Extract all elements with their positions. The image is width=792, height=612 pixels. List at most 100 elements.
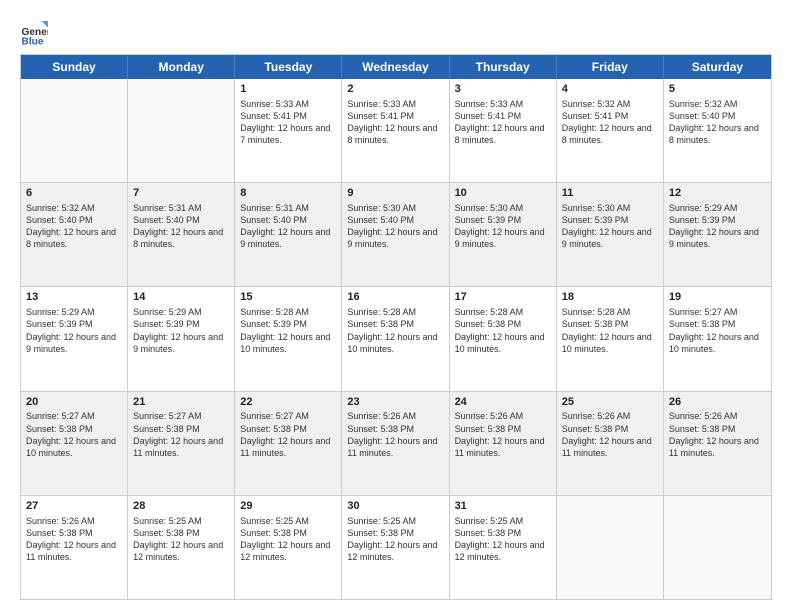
cal-cell-r0-c6: 5Sunrise: 5:32 AM Sunset: 5:40 PM Daylig… (664, 79, 771, 182)
day-info: Sunrise: 5:32 AM Sunset: 5:41 PM Dayligh… (562, 98, 658, 147)
day-number: 12 (669, 186, 766, 201)
day-info: Sunrise: 5:25 AM Sunset: 5:38 PM Dayligh… (133, 515, 229, 564)
day-number: 10 (455, 186, 551, 201)
day-info: Sunrise: 5:27 AM Sunset: 5:38 PM Dayligh… (133, 410, 229, 459)
cal-cell-r3-c6: 26Sunrise: 5:26 AM Sunset: 5:38 PM Dayli… (664, 392, 771, 495)
day-info: Sunrise: 5:29 AM Sunset: 5:39 PM Dayligh… (669, 202, 766, 251)
calendar-row-1: 1Sunrise: 5:33 AM Sunset: 5:41 PM Daylig… (21, 79, 771, 182)
day-number: 20 (26, 395, 122, 410)
day-number: 29 (240, 499, 336, 514)
day-number: 18 (562, 290, 658, 305)
cal-cell-r4-c1: 28Sunrise: 5:25 AM Sunset: 5:38 PM Dayli… (128, 496, 235, 599)
day-info: Sunrise: 5:32 AM Sunset: 5:40 PM Dayligh… (26, 202, 122, 251)
cal-cell-r0-c2: 1Sunrise: 5:33 AM Sunset: 5:41 PM Daylig… (235, 79, 342, 182)
cal-cell-r0-c0 (21, 79, 128, 182)
cal-cell-r2-c1: 14Sunrise: 5:29 AM Sunset: 5:39 PM Dayli… (128, 287, 235, 390)
day-info: Sunrise: 5:26 AM Sunset: 5:38 PM Dayligh… (347, 410, 443, 459)
day-number: 31 (455, 499, 551, 514)
cal-cell-r2-c3: 16Sunrise: 5:28 AM Sunset: 5:38 PM Dayli… (342, 287, 449, 390)
day-number: 24 (455, 395, 551, 410)
day-number: 26 (669, 395, 766, 410)
cal-cell-r1-c2: 8Sunrise: 5:31 AM Sunset: 5:40 PM Daylig… (235, 183, 342, 286)
day-info: Sunrise: 5:28 AM Sunset: 5:38 PM Dayligh… (347, 306, 443, 355)
calendar-row-4: 20Sunrise: 5:27 AM Sunset: 5:38 PM Dayli… (21, 391, 771, 495)
day-info: Sunrise: 5:25 AM Sunset: 5:38 PM Dayligh… (455, 515, 551, 564)
day-number: 6 (26, 186, 122, 201)
day-number: 1 (240, 82, 336, 97)
day-number: 11 (562, 186, 658, 201)
day-info: Sunrise: 5:33 AM Sunset: 5:41 PM Dayligh… (240, 98, 336, 147)
day-info: Sunrise: 5:27 AM Sunset: 5:38 PM Dayligh… (26, 410, 122, 459)
cal-cell-r3-c3: 23Sunrise: 5:26 AM Sunset: 5:38 PM Dayli… (342, 392, 449, 495)
day-info: Sunrise: 5:33 AM Sunset: 5:41 PM Dayligh… (347, 98, 443, 147)
day-number: 2 (347, 82, 443, 97)
day-number: 23 (347, 395, 443, 410)
day-number: 16 (347, 290, 443, 305)
cal-cell-r3-c2: 22Sunrise: 5:27 AM Sunset: 5:38 PM Dayli… (235, 392, 342, 495)
day-info: Sunrise: 5:25 AM Sunset: 5:38 PM Dayligh… (347, 515, 443, 564)
day-number: 30 (347, 499, 443, 514)
cal-cell-r2-c6: 19Sunrise: 5:27 AM Sunset: 5:38 PM Dayli… (664, 287, 771, 390)
day-number: 15 (240, 290, 336, 305)
day-info: Sunrise: 5:25 AM Sunset: 5:38 PM Dayligh… (240, 515, 336, 564)
day-number: 4 (562, 82, 658, 97)
logo: General Blue (20, 18, 50, 46)
col-monday: Monday (128, 55, 235, 79)
day-number: 17 (455, 290, 551, 305)
day-number: 25 (562, 395, 658, 410)
calendar-header: Sunday Monday Tuesday Wednesday Thursday… (21, 55, 771, 79)
day-info: Sunrise: 5:26 AM Sunset: 5:38 PM Dayligh… (455, 410, 551, 459)
col-tuesday: Tuesday (235, 55, 342, 79)
cal-cell-r0-c5: 4Sunrise: 5:32 AM Sunset: 5:41 PM Daylig… (557, 79, 664, 182)
day-number: 14 (133, 290, 229, 305)
day-info: Sunrise: 5:28 AM Sunset: 5:38 PM Dayligh… (562, 306, 658, 355)
cal-cell-r3-c1: 21Sunrise: 5:27 AM Sunset: 5:38 PM Dayli… (128, 392, 235, 495)
day-number: 27 (26, 499, 122, 514)
cal-cell-r4-c4: 31Sunrise: 5:25 AM Sunset: 5:38 PM Dayli… (450, 496, 557, 599)
cal-cell-r3-c4: 24Sunrise: 5:26 AM Sunset: 5:38 PM Dayli… (450, 392, 557, 495)
cal-cell-r4-c6 (664, 496, 771, 599)
col-sunday: Sunday (21, 55, 128, 79)
day-info: Sunrise: 5:30 AM Sunset: 5:39 PM Dayligh… (562, 202, 658, 251)
calendar-body: 1Sunrise: 5:33 AM Sunset: 5:41 PM Daylig… (21, 79, 771, 599)
cal-cell-r1-c1: 7Sunrise: 5:31 AM Sunset: 5:40 PM Daylig… (128, 183, 235, 286)
day-info: Sunrise: 5:26 AM Sunset: 5:38 PM Dayligh… (562, 410, 658, 459)
calendar-row-2: 6Sunrise: 5:32 AM Sunset: 5:40 PM Daylig… (21, 182, 771, 286)
day-info: Sunrise: 5:26 AM Sunset: 5:38 PM Dayligh… (26, 515, 122, 564)
day-number: 5 (669, 82, 766, 97)
day-info: Sunrise: 5:30 AM Sunset: 5:40 PM Dayligh… (347, 202, 443, 251)
cal-cell-r4-c3: 30Sunrise: 5:25 AM Sunset: 5:38 PM Dayli… (342, 496, 449, 599)
cal-cell-r1-c3: 9Sunrise: 5:30 AM Sunset: 5:40 PM Daylig… (342, 183, 449, 286)
day-number: 19 (669, 290, 766, 305)
cal-cell-r0-c1 (128, 79, 235, 182)
col-thursday: Thursday (450, 55, 557, 79)
day-info: Sunrise: 5:31 AM Sunset: 5:40 PM Dayligh… (240, 202, 336, 251)
calendar-row-3: 13Sunrise: 5:29 AM Sunset: 5:39 PM Dayli… (21, 286, 771, 390)
cal-cell-r1-c0: 6Sunrise: 5:32 AM Sunset: 5:40 PM Daylig… (21, 183, 128, 286)
calendar-row-5: 27Sunrise: 5:26 AM Sunset: 5:38 PM Dayli… (21, 495, 771, 599)
day-info: Sunrise: 5:28 AM Sunset: 5:38 PM Dayligh… (455, 306, 551, 355)
day-number: 8 (240, 186, 336, 201)
cal-cell-r2-c0: 13Sunrise: 5:29 AM Sunset: 5:39 PM Dayli… (21, 287, 128, 390)
cal-cell-r0-c3: 2Sunrise: 5:33 AM Sunset: 5:41 PM Daylig… (342, 79, 449, 182)
svg-text:Blue: Blue (22, 36, 44, 46)
day-info: Sunrise: 5:29 AM Sunset: 5:39 PM Dayligh… (133, 306, 229, 355)
day-number: 28 (133, 499, 229, 514)
day-number: 21 (133, 395, 229, 410)
day-number: 7 (133, 186, 229, 201)
cal-cell-r2-c4: 17Sunrise: 5:28 AM Sunset: 5:38 PM Dayli… (450, 287, 557, 390)
cal-cell-r3-c0: 20Sunrise: 5:27 AM Sunset: 5:38 PM Dayli… (21, 392, 128, 495)
cal-cell-r0-c4: 3Sunrise: 5:33 AM Sunset: 5:41 PM Daylig… (450, 79, 557, 182)
day-info: Sunrise: 5:33 AM Sunset: 5:41 PM Dayligh… (455, 98, 551, 147)
day-info: Sunrise: 5:29 AM Sunset: 5:39 PM Dayligh… (26, 306, 122, 355)
col-saturday: Saturday (664, 55, 771, 79)
cal-cell-r1-c6: 12Sunrise: 5:29 AM Sunset: 5:39 PM Dayli… (664, 183, 771, 286)
day-info: Sunrise: 5:32 AM Sunset: 5:40 PM Dayligh… (669, 98, 766, 147)
cal-cell-r2-c5: 18Sunrise: 5:28 AM Sunset: 5:38 PM Dayli… (557, 287, 664, 390)
col-friday: Friday (557, 55, 664, 79)
cal-cell-r4-c5 (557, 496, 664, 599)
day-number: 3 (455, 82, 551, 97)
calendar: Sunday Monday Tuesday Wednesday Thursday… (20, 54, 772, 600)
cal-cell-r4-c2: 29Sunrise: 5:25 AM Sunset: 5:38 PM Dayli… (235, 496, 342, 599)
cal-cell-r1-c4: 10Sunrise: 5:30 AM Sunset: 5:39 PM Dayli… (450, 183, 557, 286)
